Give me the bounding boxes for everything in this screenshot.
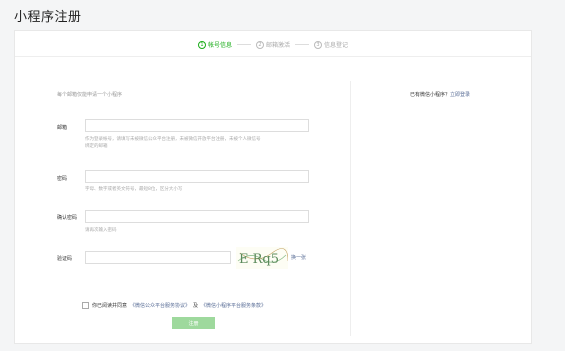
header-divider (15, 56, 531, 57)
confirm-password-hint: 请再次输入密码 (85, 228, 117, 233)
password-field[interactable] (85, 170, 309, 183)
step-separator (236, 44, 251, 45)
email-field[interactable] (85, 119, 309, 132)
email-label: 邮箱 (57, 125, 68, 131)
captcha-image[interactable]: E Rq5 (236, 247, 289, 269)
step-indicator: 1 帐号信息 2 邮箱激活 3 信息登记 (15, 40, 531, 49)
form-intro: 每个邮箱仅能申请一个小程序 (57, 92, 123, 98)
registration-card: 1 帐号信息 2 邮箱激活 3 信息登记 每个邮箱仅能申请一个小程序 邮箱 作为… (14, 30, 532, 344)
step-separator (295, 44, 309, 45)
agreement-prefix: 你已阅读并同意 (92, 303, 128, 309)
step-label: 邮箱激活 (265, 42, 290, 49)
email-hint-line: 作为登录帐号，请填写未被微信公众平台注册，未被微信开放平台注册，未被个人微信号 (85, 137, 261, 142)
agreement-conjunction: 及 (193, 303, 199, 309)
password-label: 密码 (57, 176, 68, 182)
step-label: 信息登记 (324, 42, 349, 49)
step-label: 帐号信息 (207, 42, 232, 49)
step-number: 3 (314, 40, 322, 49)
step-info-registration: 3 信息登记 (314, 40, 348, 49)
password-hint: 字母、数字或者英文符号，最短8位，区分大小写 (85, 187, 183, 192)
step-email-activation: 2 邮箱激活 (255, 40, 290, 49)
confirm-password-label: 确认密码 (57, 215, 78, 221)
confirm-password-field[interactable] (85, 210, 309, 223)
refresh-captcha-link[interactable]: 换一张 (291, 254, 306, 261)
step-number: 2 (255, 40, 264, 49)
step-account-info: 1 帐号信息 (197, 40, 232, 49)
login-prompt: 已有微信小程序？ (410, 92, 451, 98)
service-agreement-link[interactable]: 《微信公众平台服务协议》 (130, 302, 190, 309)
register-button[interactable]: 注册 (172, 317, 215, 329)
email-hint: 作为登录帐号，请填写未被微信公众平台注册，未被微信开放平台注册，未被个人微信号 … (85, 136, 261, 150)
miniprogram-terms-link[interactable]: 《微信小程序平台服务条款》 (201, 302, 266, 309)
login-hint: 已有微信小程序？立即登录 (410, 91, 470, 98)
agreement-checkbox[interactable] (82, 302, 89, 309)
captcha-image-graphic: E Rq5 (237, 248, 289, 267)
email-hint-line: 绑定的邮箱 (85, 144, 108, 149)
agreement-row: 你已阅读并同意 《微信公众平台服务协议》 及 《微信小程序平台服务条款》 (82, 302, 266, 309)
captcha-field[interactable] (85, 251, 231, 264)
step-number: 1 (197, 40, 206, 49)
column-divider (350, 81, 351, 336)
captcha-label: 验证码 (57, 256, 73, 262)
captcha-text: E Rq5 (239, 252, 279, 267)
page-title: 小程序注册 (14, 10, 82, 25)
login-link[interactable]: 立即登录 (450, 92, 470, 98)
